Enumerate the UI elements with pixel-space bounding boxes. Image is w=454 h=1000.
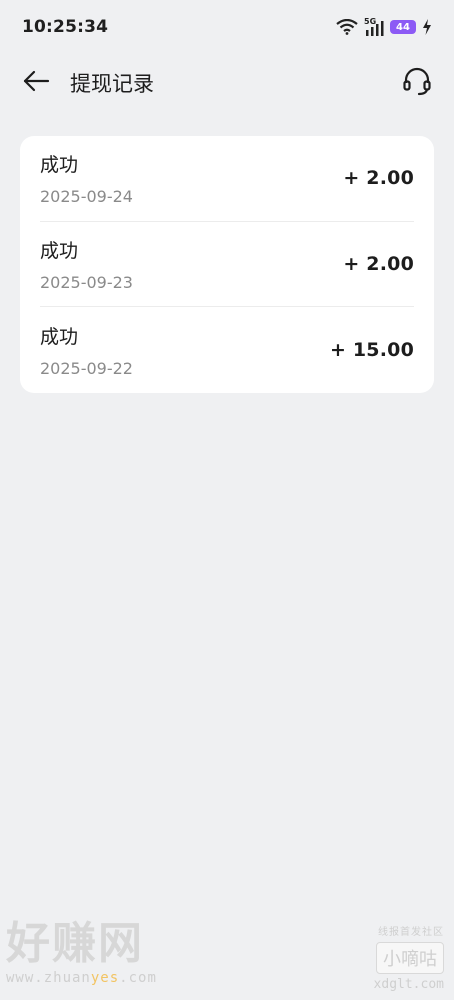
charging-icon	[422, 19, 432, 35]
record-row[interactable]: 成功 2025-09-22 + 15.00	[40, 307, 414, 393]
watermark-right: 线报首发社区 小嘀咕 xdglt.com	[374, 923, 444, 992]
watermark-left-title: 好赚网	[6, 918, 144, 969]
page-title: 提现记录	[70, 72, 154, 96]
watermark-right-url: xdglt.com	[373, 977, 444, 992]
record-date: 2025-09-22	[40, 358, 133, 378]
customer-support-button[interactable]	[400, 66, 434, 100]
battery-indicator: 44	[390, 20, 416, 34]
record-date: 2025-09-23	[40, 272, 133, 292]
record-status: 成功	[40, 239, 79, 262]
record-status: 成功	[40, 154, 79, 177]
status-bar: 10:25:34 5G 44	[0, 0, 454, 54]
record-info: 成功 2025-09-23	[40, 236, 133, 292]
wifi-icon	[336, 19, 358, 35]
network-type: 5G	[364, 17, 377, 26]
record-row[interactable]: 成功 2025-09-24 + 2.00	[40, 136, 414, 222]
status-time: 10:25:34	[22, 17, 109, 37]
arrow-left-icon	[22, 70, 50, 96]
headset-icon	[402, 66, 432, 100]
record-date: 2025-09-24	[40, 187, 133, 207]
withdrawal-records-card: 成功 2025-09-24 + 2.00 成功 2025-09-23 + 2.0…	[20, 136, 434, 393]
watermark-right-logo: 小嘀咕	[376, 942, 444, 974]
watermark-left: 好赚网 www.zhuanyes.com	[6, 918, 157, 987]
record-row[interactable]: 成功 2025-09-23 + 2.00	[40, 222, 414, 307]
nav-header: 提现记录	[0, 60, 454, 106]
record-amount: + 2.00	[343, 167, 414, 190]
watermark-right-tagline: 线报首发社区	[378, 927, 444, 938]
record-info: 成功 2025-09-24	[40, 150, 133, 206]
record-amount: + 15.00	[329, 338, 414, 361]
signal-icon: 5G	[364, 17, 384, 36]
record-status: 成功	[40, 325, 79, 348]
record-info: 成功 2025-09-22	[40, 322, 133, 378]
watermark-left-url: www.zhuanyes.com	[6, 970, 157, 986]
back-button[interactable]	[20, 67, 52, 99]
status-icons: 5G 44	[336, 17, 432, 36]
record-amount: + 2.00	[343, 252, 414, 275]
